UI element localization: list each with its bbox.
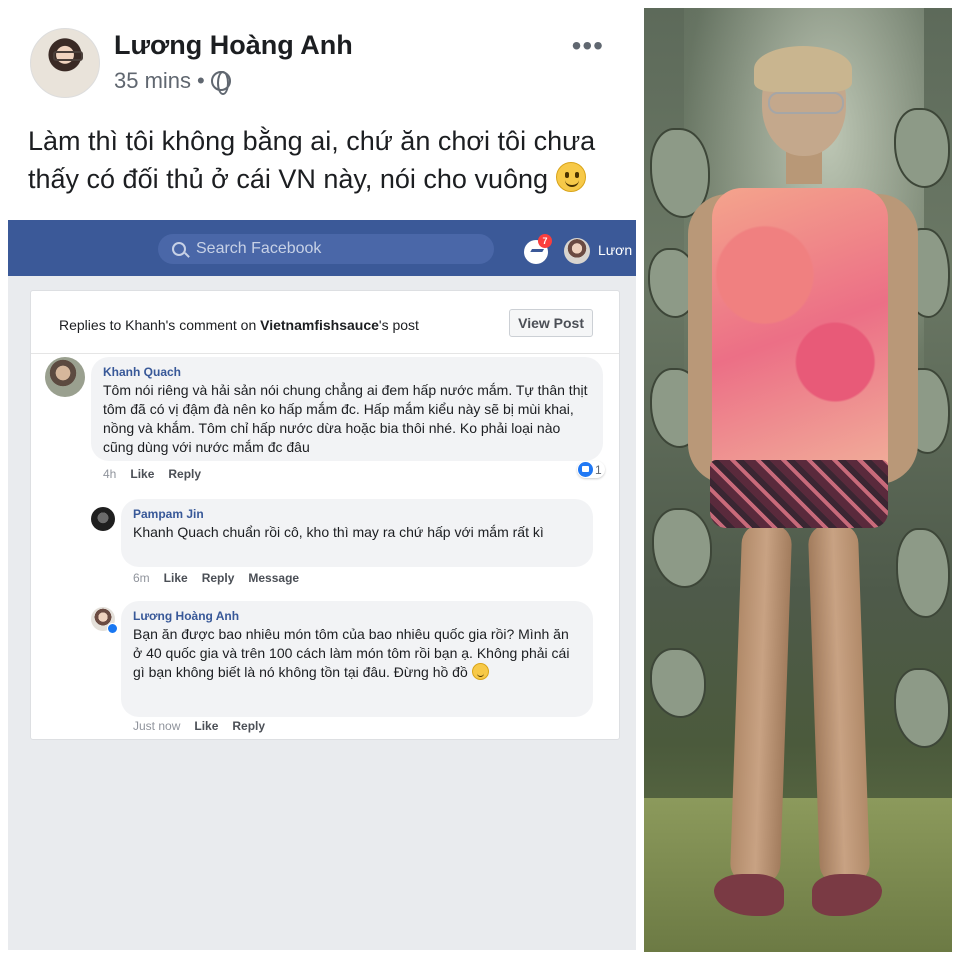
profile-avatar[interactable]: [564, 238, 590, 264]
figure-hair: [754, 46, 852, 92]
smiley-icon: [555, 162, 586, 192]
more-icon[interactable]: •••: [572, 30, 604, 62]
view-post-button[interactable]: View Post: [509, 309, 593, 337]
comment-bubble: Khanh Quach Tôm nói riêng và hải sản nói…: [91, 357, 603, 461]
author-avatar[interactable]: [30, 28, 100, 98]
post-author-name[interactable]: Lương Hoàng Anh: [114, 30, 353, 61]
replies-prefix: Replies to Khanh's comment on: [59, 317, 261, 333]
post-body: Làm thì tôi không bằng ai, chứ ăn chơi t…: [28, 126, 596, 194]
comment-time[interactable]: 6m: [133, 571, 150, 585]
post-text: Làm thì tôi không bằng ai, chứ ăn chơi t…: [28, 122, 620, 198]
messenger-badge: 7: [538, 234, 552, 248]
like-button[interactable]: Like: [194, 719, 218, 733]
comment-author[interactable]: Khanh Quach: [103, 365, 591, 379]
verified-icon: [107, 623, 118, 634]
message-button[interactable]: Message: [248, 571, 299, 585]
glasses-icon: [768, 92, 844, 114]
person-photo: [644, 8, 952, 952]
smiley-icon: [471, 663, 489, 680]
post-header: Lương Hoàng Anh 35 mins • •••: [24, 22, 616, 102]
wall-stone: [652, 508, 712, 588]
figure-shorts: [710, 460, 888, 528]
comment-time[interactable]: 4h: [103, 467, 116, 481]
thumbs-up-icon: [578, 462, 593, 477]
wall-stone: [896, 528, 950, 618]
search-input[interactable]: [196, 240, 466, 258]
comment-bubble: Lương Hoàng Anh Bạn ăn được bao nhiêu mó…: [121, 601, 593, 717]
commenter-avatar[interactable]: [45, 357, 85, 397]
comment-actions: Just now Like Reply: [133, 719, 265, 733]
replies-suffix: 's post: [378, 317, 419, 333]
commenter-avatar[interactable]: [91, 507, 115, 531]
like-button[interactable]: Like: [164, 571, 188, 585]
profile-name[interactable]: Lươn: [598, 242, 632, 258]
reaction-number: 1: [595, 462, 602, 477]
figure-top: [712, 188, 888, 478]
reply-button[interactable]: Reply: [202, 571, 235, 585]
globe-icon[interactable]: [210, 71, 231, 95]
post-meta: 35 mins •: [114, 68, 231, 95]
reply-button[interactable]: Reply: [168, 467, 201, 481]
comment-text: Khanh Quach chuẩn rồi cô, kho thì may ra…: [133, 524, 544, 540]
comment-actions: 6m Like Reply Message: [133, 571, 299, 585]
comment-text-body: Bạn ăn được bao nhiêu món tôm của bao nh…: [133, 626, 570, 680]
replies-heading: Replies to Khanh's comment on Vietnamfis…: [59, 317, 419, 333]
wall-stone: [894, 668, 950, 748]
embedded-screenshot: 7 Lươn Replies to Khanh's comment on Vie…: [8, 220, 636, 950]
comment-bubble: Pampam Jin Khanh Quach chuẩn rồi cô, kho…: [121, 499, 593, 567]
like-button[interactable]: Like: [130, 467, 154, 481]
divider: [31, 353, 619, 354]
facebook-post: Lương Hoàng Anh 35 mins • ••• Làm thì tô…: [0, 0, 640, 960]
comment-text: Tôm nói riêng và hải sản nói chung chẳng…: [103, 382, 588, 455]
comment-actions: 4h Like Reply: [103, 467, 201, 481]
replies-card: Replies to Khanh's comment on Vietnamfis…: [30, 290, 620, 740]
meta-separator: •: [197, 68, 205, 93]
search-icon: [172, 242, 186, 256]
post-time[interactable]: 35 mins: [114, 68, 191, 94]
wall-stone: [650, 648, 706, 718]
comment-text: Bạn ăn được bao nhiêu món tôm của bao nh…: [133, 625, 581, 682]
comment-author[interactable]: Pampam Jin: [133, 507, 581, 521]
floor: [644, 798, 952, 952]
comment-time[interactable]: Just now: [133, 719, 180, 733]
comment-author[interactable]: Lương Hoàng Anh: [133, 609, 581, 623]
reply-button[interactable]: Reply: [232, 719, 265, 733]
reaction-count[interactable]: 1: [577, 461, 605, 478]
search-box[interactable]: [158, 234, 494, 264]
page-link[interactable]: Vietnamfishsauce: [260, 317, 379, 333]
facebook-top-bar: 7 Lươn: [8, 220, 636, 276]
